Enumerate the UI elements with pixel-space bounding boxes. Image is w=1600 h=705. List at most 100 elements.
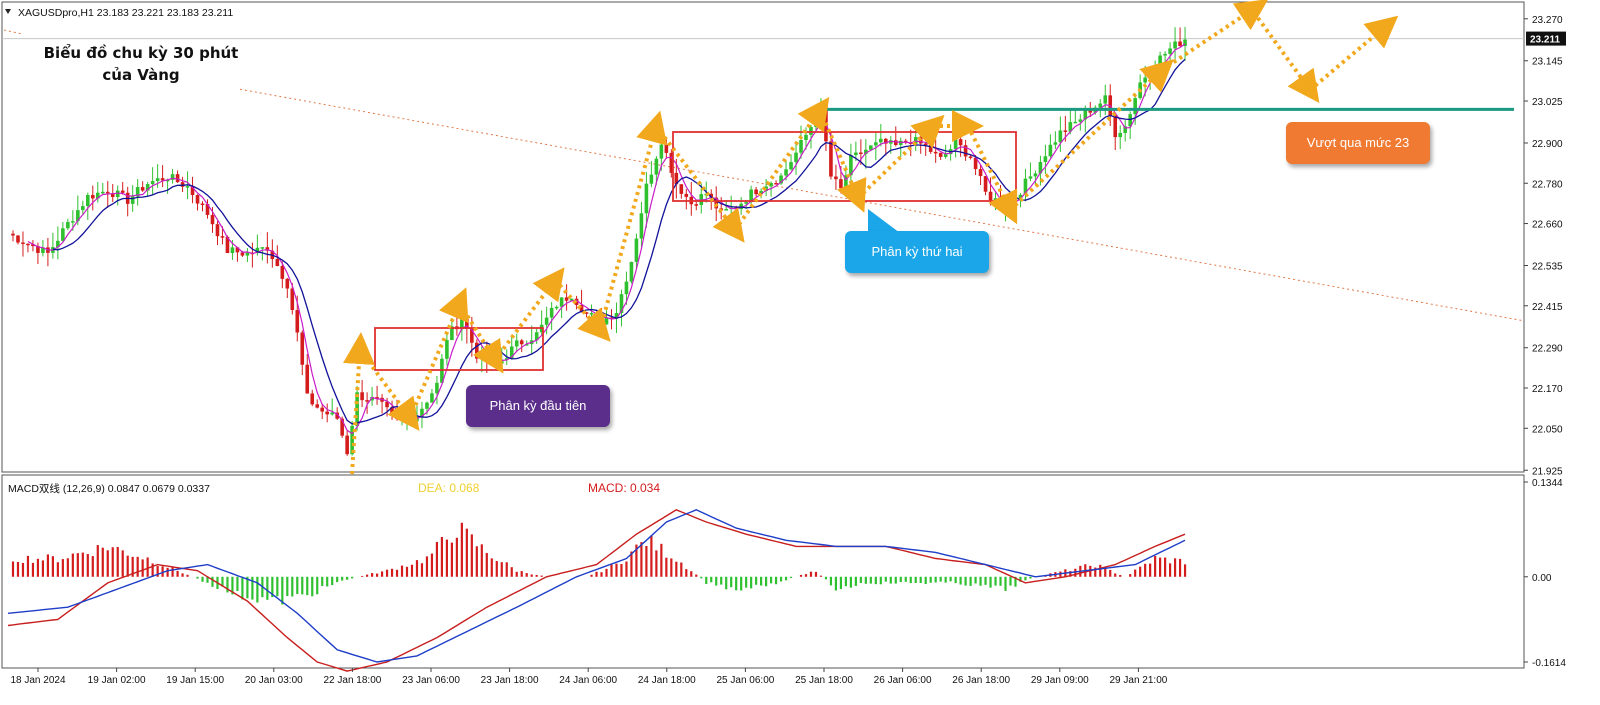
bear-candle [684, 193, 689, 197]
bear-candle [105, 191, 110, 194]
bear-candle [325, 411, 329, 415]
current-price-label: 23.211 [1530, 35, 1560, 46]
macd-tick-label: 0.00 [1532, 573, 1552, 584]
bear-candle [893, 140, 898, 145]
price-tick-label: 23.270 [1532, 15, 1563, 26]
bull-candle [1143, 77, 1147, 83]
bull-candle [724, 209, 728, 211]
price-chart[interactable]: 23.270 23.145 23.025 22.900 22.780 22.660 22.5… [0, 0, 1600, 705]
bear-candle [310, 393, 315, 405]
bear-candle [300, 332, 305, 365]
price-tick-label: 22.170 [1532, 384, 1563, 395]
time-tick-label: 19 Jan 15:00 [166, 675, 224, 686]
bear-candle [220, 236, 225, 238]
bear-candle [395, 412, 399, 420]
price-tick-label: 22.900 [1532, 139, 1563, 150]
macd-line [7, 509, 1186, 672]
bull-candle [260, 247, 265, 249]
bear-candle [978, 169, 983, 177]
bear-candle [829, 141, 833, 177]
bear-candle [175, 174, 180, 183]
bull-candle [100, 191, 105, 194]
bull-candle [430, 393, 434, 403]
bear-candle [140, 187, 145, 191]
price-tick-label: 22.290 [1532, 344, 1563, 355]
time-tick-label: 23 Jan 06:00 [402, 675, 460, 686]
first-divergence-callout: Phân kỳ đầu tiên [466, 385, 610, 427]
time-tick-label: 22 Jan 18:00 [323, 675, 381, 686]
bull-candle [1078, 119, 1083, 122]
bear-candle [215, 224, 220, 237]
time-tick-label: 24 Jan 06:00 [559, 675, 617, 686]
bear-candle [240, 252, 245, 256]
forecast-arrow [654, 124, 745, 243]
macd-tick-label: -0.1614 [1532, 658, 1566, 669]
bull-candle [953, 139, 958, 150]
bull-candle [81, 206, 85, 211]
bull-candle [659, 144, 664, 159]
bear-candle [968, 156, 973, 158]
macd-header: MACD双线 (12,26,9) 0.0847 0.0679 0.0337 [8, 482, 210, 495]
time-tick-label: 19 Jan 02:00 [88, 675, 146, 686]
bear-candle [305, 364, 310, 394]
macd-tick-label: 0.1344 [1532, 478, 1563, 489]
forecast-arrow [1308, 15, 1399, 92]
price-tick-label: 21.925 [1532, 466, 1563, 477]
price-tick-label: 22.660 [1532, 220, 1563, 231]
time-tick-label: 18 Jan 2024 [10, 675, 65, 686]
bear-candle [923, 143, 928, 146]
macd-panel-border [1, 474, 1525, 669]
bull-candle [794, 152, 798, 163]
bull-candle [480, 352, 484, 359]
dropdown-icon[interactable] [5, 9, 11, 14]
time-tick-label: 25 Jan 06:00 [716, 675, 774, 686]
bull-candle [445, 340, 449, 359]
bull-candle [854, 152, 858, 156]
bear-candle [295, 310, 300, 333]
bull-candle [549, 307, 554, 318]
signal-line [7, 509, 1186, 663]
bull-candle [1118, 132, 1123, 138]
bull-candle [1163, 53, 1167, 56]
bear-candle [365, 400, 369, 402]
bull-candle [799, 140, 803, 153]
bear-candle [1063, 130, 1068, 132]
bull-candle [1048, 144, 1053, 157]
forecast-arrow [1256, 16, 1320, 103]
bull-candle [71, 221, 75, 223]
bull-candle [809, 126, 813, 135]
bull-candle [1073, 121, 1078, 124]
bull-candle [639, 213, 644, 239]
bull-candle [544, 317, 549, 325]
dea-label: DEA: 0.068 [418, 481, 480, 495]
bull-candle [185, 186, 190, 188]
bear-candle [120, 190, 125, 193]
bear-candle [564, 297, 569, 301]
bull-candle [604, 317, 609, 325]
price-tick-label: 23.145 [1532, 57, 1563, 68]
bear-candle [519, 340, 524, 345]
bull-candle [1133, 98, 1137, 115]
bull-candle [1103, 95, 1108, 104]
price-tick-label: 22.535 [1532, 261, 1563, 272]
trendline-start [3, 29, 23, 35]
bull-candle [804, 134, 808, 141]
second-callout-pointer [868, 209, 900, 233]
bear-candle [200, 203, 205, 206]
bull-candle [425, 402, 429, 409]
price-tick-label: 22.415 [1532, 302, 1563, 313]
bear-candle [958, 139, 963, 146]
time-tick-label: 24 Jan 18:00 [638, 675, 696, 686]
price-tick-label: 23.025 [1532, 97, 1563, 108]
time-tick-label: 29 Jan 21:00 [1109, 675, 1167, 686]
bull-candle [1148, 73, 1152, 78]
bull-candle [230, 247, 235, 254]
bull-candle [245, 252, 250, 256]
bull-candle [1028, 176, 1033, 179]
forecast-arrow [1008, 59, 1174, 212]
bull-candle [150, 181, 155, 185]
bull-candle [879, 138, 883, 143]
bull-candle [644, 183, 649, 214]
bear-candle [275, 259, 280, 266]
bear-candle [21, 242, 25, 245]
